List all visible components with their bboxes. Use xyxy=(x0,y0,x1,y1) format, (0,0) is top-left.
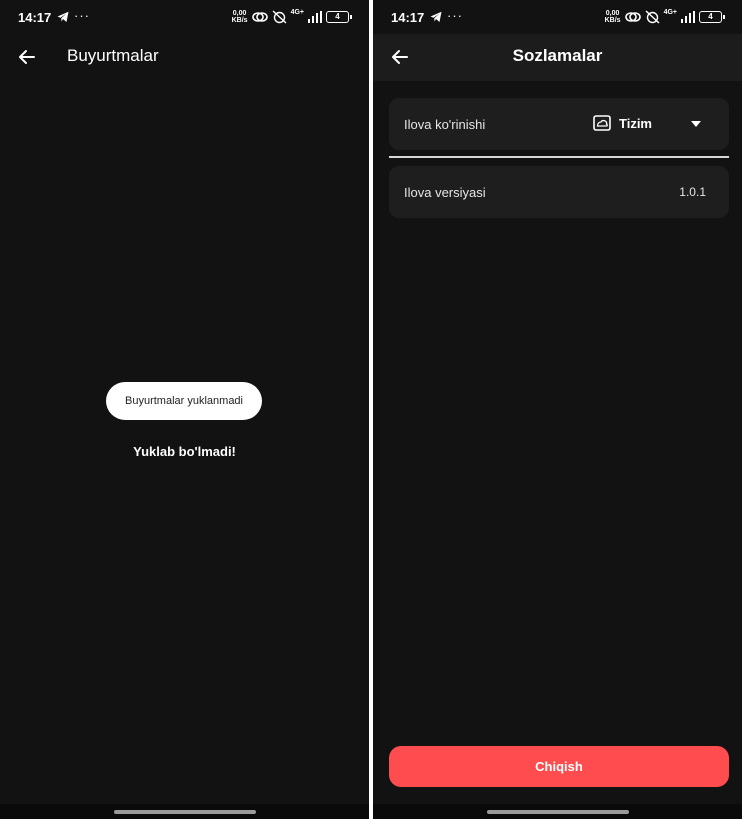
network-type: 4G+ xyxy=(663,8,677,16)
alarm-off-icon xyxy=(272,10,287,24)
status-bar: 14:17 ··· 0,00 KB/s 4G+ 4 xyxy=(373,0,742,34)
version-setting: Ilova versiyasi 1.0.1 xyxy=(389,166,729,218)
back-arrow-icon[interactable] xyxy=(14,44,40,70)
settings-screen: 14:17 ··· 0,00 KB/s 4G+ 4 Sozlamalar Ilo… xyxy=(373,0,742,819)
link-icon xyxy=(624,12,641,22)
orders-screen: 14:17 ··· 0,00 KB/s 4G+ 4 Buyurtmalar Bu… xyxy=(0,0,369,819)
page-title: Buyurtmalar xyxy=(67,46,159,65)
battery-icon: 4 xyxy=(699,11,725,23)
appearance-label: Ilova ko'rinishi xyxy=(404,117,486,132)
network-speed: 0,00 KB/s xyxy=(232,10,248,24)
app-bar: Buyurtmalar xyxy=(0,34,369,81)
speed-unit: KB/s xyxy=(231,17,248,24)
theme-dropdown[interactable]: Tizim xyxy=(593,112,701,136)
app-bar: Sozlamalar xyxy=(373,34,742,81)
appearance-setting: Ilova ko'rinishi Tizim xyxy=(389,98,729,150)
status-bar: 14:17 ··· 0,00 KB/s 4G+ 4 xyxy=(0,0,369,34)
status-icons: 0,00 KB/s 4G+ 4 xyxy=(232,8,352,25)
speed-value: 0,00 xyxy=(232,10,247,17)
link-icon xyxy=(251,12,268,22)
theme-value: Tizim xyxy=(619,116,652,131)
speed-value: 0,00 xyxy=(605,10,620,17)
more-notifications-icon: ··· xyxy=(74,8,90,23)
speed-unit: KB/s xyxy=(604,17,621,24)
status-time: 14:17 xyxy=(391,10,425,25)
home-indicator[interactable] xyxy=(113,810,256,814)
version-value: 1.0.1 xyxy=(679,185,706,199)
telegram-icon xyxy=(430,11,442,22)
signal-icon xyxy=(308,11,322,23)
home-indicator[interactable] xyxy=(486,810,629,814)
alarm-off-icon xyxy=(645,10,660,24)
navigation-bar xyxy=(373,804,742,819)
status-icons: 0,00 KB/s 4G+ 4 xyxy=(605,8,725,25)
battery-icon: 4 xyxy=(326,11,352,23)
status-time: 14:17 xyxy=(18,10,52,25)
version-label: Ilova versiyasi xyxy=(404,185,486,200)
network-speed: 0,00 KB/s xyxy=(605,10,621,24)
telegram-icon xyxy=(57,11,69,22)
toast-message: Buyurtmalar yuklanmadi xyxy=(106,382,262,420)
divider xyxy=(389,156,729,158)
error-message: Yuklab bo'lmadi! xyxy=(133,444,236,459)
network-type: 4G+ xyxy=(290,8,304,16)
signal-icon xyxy=(681,11,695,23)
navigation-bar xyxy=(0,804,369,819)
more-notifications-icon: ··· xyxy=(447,8,463,23)
dropdown-arrow-icon xyxy=(691,121,701,127)
logout-button[interactable]: Chiqish xyxy=(389,746,729,787)
theme-icon xyxy=(593,115,611,131)
page-title: Sozlamalar xyxy=(512,46,603,65)
